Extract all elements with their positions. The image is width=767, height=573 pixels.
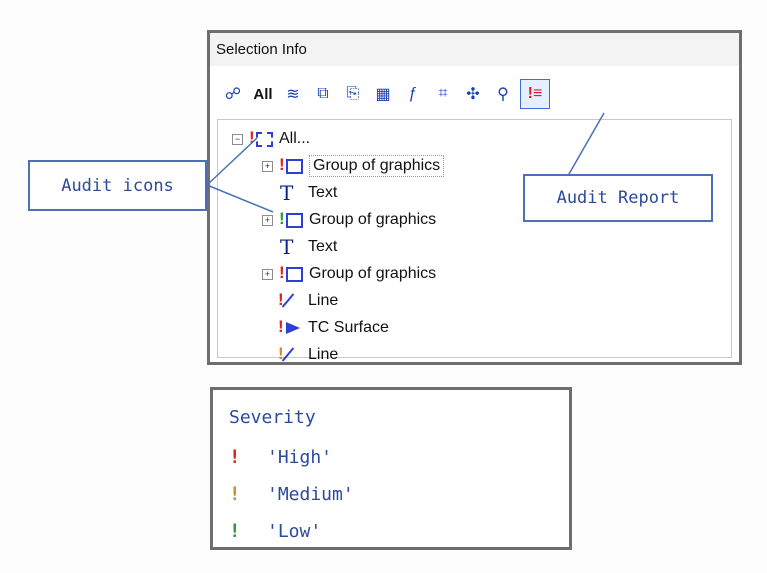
severity-high-icon: ! bbox=[229, 446, 241, 468]
audit-report-icon[interactable]: !≡ bbox=[520, 79, 550, 109]
tree-item-label: Group of graphics bbox=[309, 155, 445, 177]
grid-icon[interactable]: ⌗ bbox=[430, 81, 456, 107]
audit-high-icon: ! bbox=[277, 156, 303, 176]
text-icon: T bbox=[280, 181, 294, 205]
severity-medium-icon: ! bbox=[229, 483, 241, 505]
legend-item-low: ! 'Low' bbox=[229, 518, 321, 544]
tree-item-label: Group of graphics bbox=[309, 211, 437, 228]
audit-low-icon: ! bbox=[277, 210, 303, 230]
expand-icon[interactable]: + bbox=[262, 268, 273, 280]
severity-legend: Severity ! 'High' ! 'Medium' ! 'Low' bbox=[210, 387, 572, 550]
tree-row[interactable]: T Text bbox=[276, 234, 337, 260]
filter-icon[interactable]: ≋ bbox=[280, 81, 306, 107]
tree-row[interactable]: ! Line bbox=[276, 288, 338, 314]
toolbar: ☍ All ≋ ⧉ ⎘ ▦ ƒ ⌗ ✣ ⚲ !≡ bbox=[220, 76, 554, 112]
legend-item-label: 'Medium' bbox=[267, 483, 354, 505]
audit-high-icon: ! bbox=[247, 129, 273, 149]
all-button[interactable]: All bbox=[250, 81, 276, 107]
tree-row[interactable]: + ! Group of graphics bbox=[262, 153, 445, 179]
legend-item-label: 'High' bbox=[267, 446, 333, 468]
audit-report-callout: Audit Report bbox=[523, 174, 713, 222]
layers-icon[interactable]: ⧉ bbox=[310, 81, 336, 107]
audit-report-glyph: !≡ bbox=[527, 85, 543, 102]
table-icon[interactable]: ▦ bbox=[370, 81, 396, 107]
tree-row[interactable]: ! Line bbox=[276, 342, 338, 368]
tree-item-label: Line bbox=[308, 292, 339, 309]
search-icon[interactable]: ⚲ bbox=[490, 81, 516, 107]
page: Selection Info ☍ All ≋ ⧉ ⎘ ▦ ƒ ⌗ ✣ ⚲ !≡ … bbox=[0, 0, 767, 573]
tree-item-label: Text bbox=[308, 184, 338, 201]
tree-item-label: Text bbox=[308, 238, 338, 255]
text-icon: T bbox=[280, 235, 294, 259]
audit-high-icon: ! bbox=[276, 318, 302, 338]
tree-row[interactable]: T Text bbox=[276, 180, 337, 206]
audit-high-icon: ! bbox=[277, 264, 303, 284]
audit-medium-icon: ! bbox=[276, 345, 302, 365]
expand-icon[interactable]: + bbox=[262, 160, 273, 172]
selection-tree: − ! All... + ! Group of graphics T Text … bbox=[217, 119, 732, 363]
collapse-icon[interactable]: − bbox=[232, 133, 243, 145]
legend-item-label: 'Low' bbox=[267, 520, 322, 542]
legend-item-medium: ! 'Medium' bbox=[229, 481, 354, 507]
legend-item-high: ! 'High' bbox=[229, 444, 332, 470]
tree-row[interactable]: ! TC Surface bbox=[276, 315, 389, 341]
tree-row-root[interactable]: − ! All... bbox=[232, 126, 310, 152]
tree-row[interactable]: + ! Group of graphics bbox=[262, 207, 436, 233]
tree-item-label: Line bbox=[308, 346, 339, 363]
tree-item-label: All... bbox=[279, 130, 311, 147]
audit-icons-callout: Audit icons bbox=[28, 160, 207, 211]
severity-low-icon: ! bbox=[229, 520, 241, 542]
selection-props-icon[interactable]: ☍ bbox=[220, 81, 246, 107]
function-icon[interactable]: ƒ bbox=[400, 81, 426, 107]
tools-icon[interactable]: ✣ bbox=[460, 81, 486, 107]
tree-row[interactable]: + ! Group of graphics bbox=[262, 261, 436, 287]
copy-icon[interactable]: ⎘ bbox=[340, 81, 366, 107]
expand-icon[interactable]: + bbox=[262, 214, 273, 226]
legend-title: Severity bbox=[229, 407, 316, 428]
tree-item-label: Group of graphics bbox=[309, 265, 437, 282]
audit-high-icon: ! bbox=[276, 291, 302, 311]
panel-title: Selection Info bbox=[210, 33, 739, 66]
tree-item-label: TC Surface bbox=[308, 319, 389, 336]
